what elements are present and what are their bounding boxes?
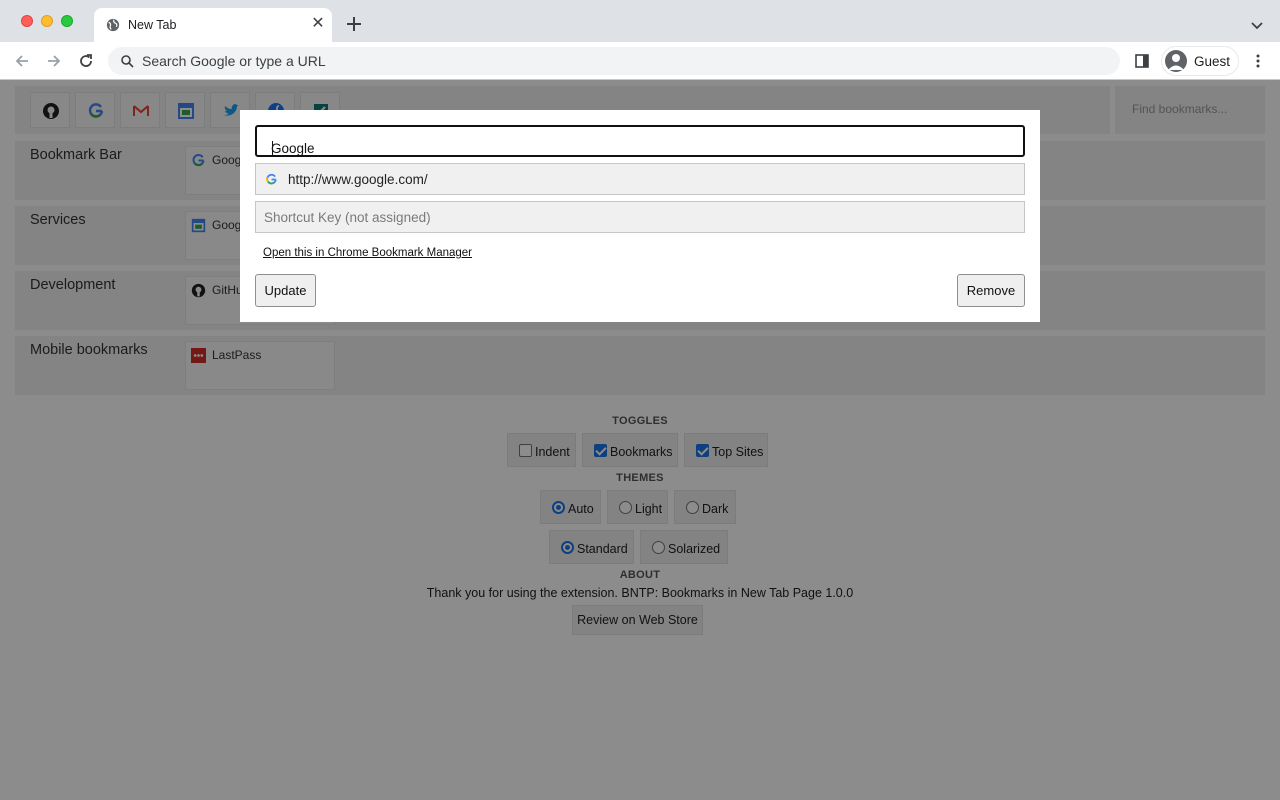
open-in-bookmark-manager-link[interactable]: Open this in Chrome Bookmark Manager	[263, 247, 472, 259]
chevron-down-icon[interactable]	[1250, 18, 1264, 32]
profile-label: Guest	[1194, 54, 1231, 69]
tab-strip: New Tab ✕	[0, 0, 1280, 42]
omnibox-placeholder: Search Google or type a URL	[142, 53, 326, 69]
google-icon	[266, 173, 277, 185]
text-caret	[272, 141, 273, 156]
tab-new-tab[interactable]: New Tab ✕	[94, 8, 332, 42]
bookmark-title-value: Google	[271, 141, 315, 156]
tab-title: New Tab	[128, 18, 177, 32]
omnibox[interactable]: Search Google or type a URL	[108, 47, 1120, 75]
maximize-window-button[interactable]	[61, 15, 73, 27]
avatar-icon	[1165, 50, 1187, 72]
browser-toolbar: Search Google or type a URL Guest	[0, 42, 1280, 80]
minimize-window-button[interactable]	[41, 15, 53, 27]
update-button[interactable]: Update	[255, 274, 316, 307]
bookmark-url-input[interactable]: http://www.google.com/	[255, 163, 1025, 195]
bookmark-url-value: http://www.google.com/	[288, 172, 428, 187]
reload-icon[interactable]	[77, 52, 95, 70]
bookmark-title-input[interactable]: Google	[255, 125, 1025, 157]
tab-close-icon[interactable]: ✕	[310, 16, 326, 32]
close-window-button[interactable]	[21, 15, 33, 27]
remove-button[interactable]: Remove	[957, 274, 1025, 307]
back-arrow-icon[interactable]	[13, 52, 31, 70]
new-tab-plus-icon[interactable]	[344, 14, 364, 34]
search-icon	[121, 55, 134, 68]
forward-arrow-icon[interactable]	[45, 52, 63, 70]
shortcut-key-placeholder: Shortcut Key (not assigned)	[264, 210, 431, 225]
side-panel-icon[interactable]	[1134, 53, 1150, 69]
more-vert-icon[interactable]	[1250, 53, 1266, 69]
shortcut-key-input[interactable]: Shortcut Key (not assigned)	[255, 201, 1025, 233]
profile-button[interactable]: Guest	[1161, 46, 1239, 76]
edit-bookmark-dialog: Google http://www.google.com/ Shortcut K…	[240, 110, 1040, 322]
globe-icon	[106, 18, 120, 32]
